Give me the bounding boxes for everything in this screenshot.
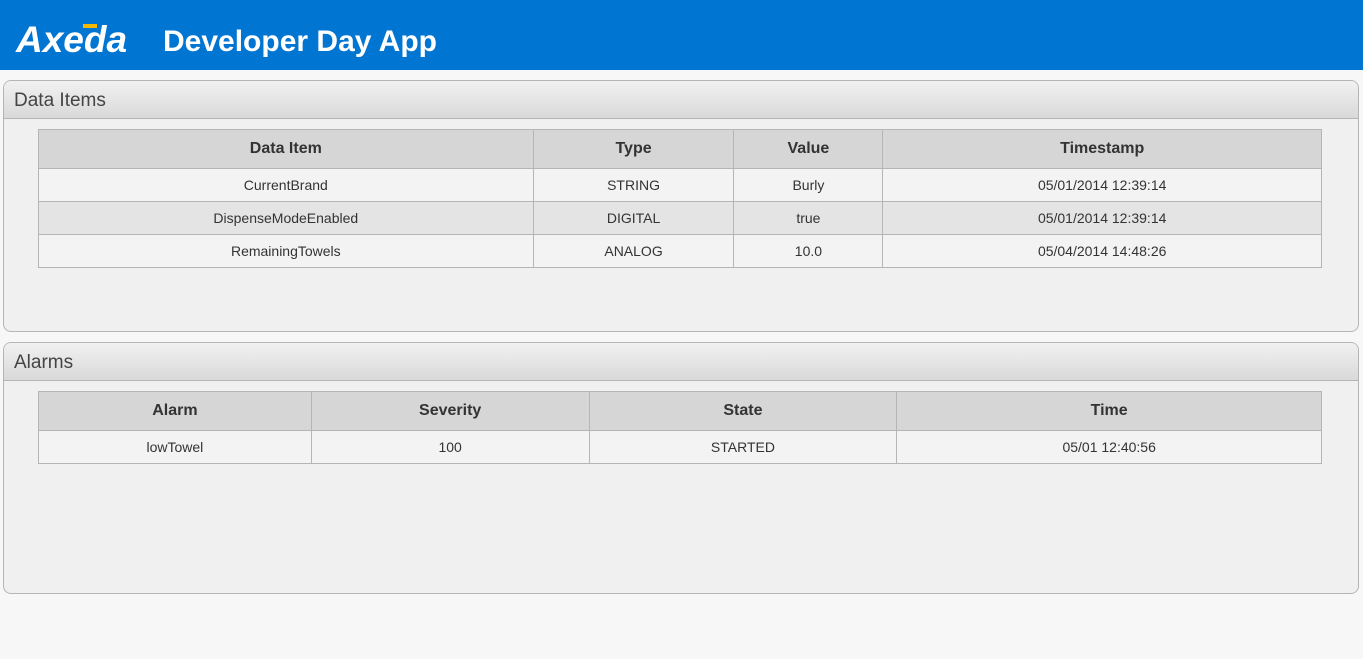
alarms-panel-header: Alarms [4, 343, 1358, 381]
cell-value: 10.0 [733, 234, 884, 268]
cell-timestamp: 05/01/2014 12:39:14 [882, 168, 1322, 202]
cell-time: 05/01 12:40:56 [896, 430, 1322, 464]
column-header-timestamp[interactable]: Timestamp [882, 129, 1322, 169]
column-header-state[interactable]: State [588, 391, 898, 431]
data-items-panel: Data Items Data Item Type Value Timestam… [3, 80, 1359, 332]
cell-data-item: RemainingTowels [38, 234, 534, 268]
alarms-title: Alarms [14, 352, 74, 373]
cell-data-item: CurrentBrand [38, 168, 534, 202]
column-header-data-item[interactable]: Data Item [38, 129, 534, 169]
cell-data-item: DispenseModeEnabled [38, 201, 534, 235]
column-header-severity[interactable]: Severity [310, 391, 590, 431]
cell-alarm: lowTowel [38, 430, 312, 464]
data-items-title: Data Items [14, 90, 106, 111]
table-row[interactable]: lowTowel 100 STARTED 05/01 12:40:56 [38, 430, 1322, 464]
axeda-logo[interactable]: Axeda [16, 20, 148, 60]
cell-value: Burly [733, 168, 884, 202]
table-header-row: Alarm Severity State Time [38, 391, 1322, 431]
column-header-alarm[interactable]: Alarm [38, 391, 312, 431]
cell-type: DIGITAL [532, 201, 735, 235]
data-items-table: Data Item Type Value Timestamp CurrentBr… [38, 129, 1322, 268]
alarms-table: Alarm Severity State Time lowTowel 100 S… [38, 391, 1322, 464]
cell-severity: 100 [310, 430, 590, 464]
cell-state: STARTED [588, 430, 898, 464]
column-header-value[interactable]: Value [733, 129, 884, 169]
cell-type: STRING [532, 168, 735, 202]
table-row[interactable]: DispenseModeEnabled DIGITAL true 05/01/2… [38, 201, 1322, 235]
data-items-panel-header: Data Items [4, 81, 1358, 119]
column-header-type[interactable]: Type [532, 129, 735, 169]
cell-value: true [733, 201, 884, 235]
cell-type: ANALOG [532, 234, 735, 268]
app-title: Developer Day App [163, 25, 437, 58]
logo-text: Axeda [16, 19, 128, 60]
table-header-row: Data Item Type Value Timestamp [38, 129, 1322, 169]
logo-accent-bar [83, 24, 97, 28]
column-header-time[interactable]: Time [896, 391, 1322, 431]
cell-timestamp: 05/04/2014 14:48:26 [882, 234, 1322, 268]
table-row[interactable]: RemainingTowels ANALOG 10.0 05/04/2014 1… [38, 234, 1322, 268]
alarms-panel: Alarms Alarm Severity State Time lowTowe… [3, 342, 1359, 594]
app-header: Axeda Developer Day App [0, 0, 1363, 70]
table-row[interactable]: CurrentBrand STRING Burly 05/01/2014 12:… [38, 168, 1322, 202]
cell-timestamp: 05/01/2014 12:39:14 [882, 201, 1322, 235]
